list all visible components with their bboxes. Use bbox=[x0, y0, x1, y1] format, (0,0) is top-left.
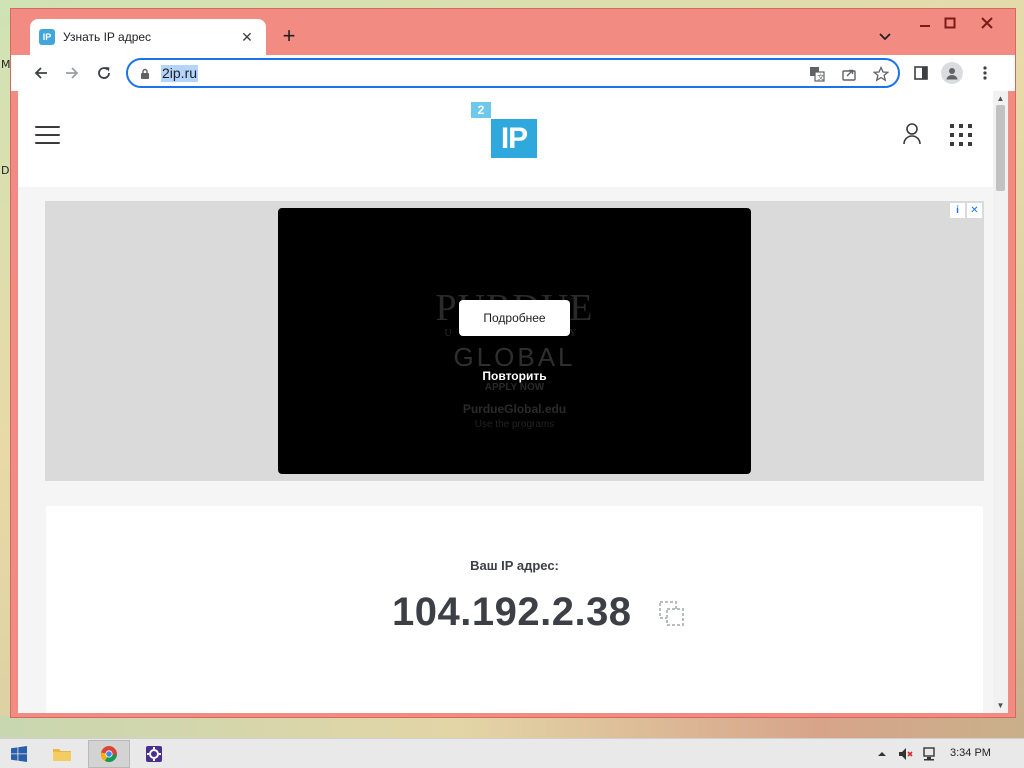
tab-search-chevron-icon[interactable] bbox=[875, 29, 895, 45]
chrome-taskbar-icon[interactable] bbox=[88, 740, 130, 768]
app-taskbar-icon[interactable] bbox=[138, 740, 170, 768]
bookmark-star-icon[interactable] bbox=[872, 65, 890, 83]
ad-website-text: PurdueGlobal.edu bbox=[462, 402, 567, 416]
browser-window: IP Узнать IP адрес ✕ + 2ip.ru 文 2 IP i ✕… bbox=[10, 8, 1016, 718]
svg-text:文: 文 bbox=[817, 73, 824, 82]
reload-button[interactable] bbox=[92, 61, 116, 85]
ad-replay-button[interactable]: Повторить bbox=[278, 369, 751, 383]
logo-badge: 2 bbox=[471, 102, 491, 118]
scroll-down-icon[interactable]: ▼ bbox=[996, 701, 1005, 710]
tray-overflow-icon[interactable] bbox=[874, 746, 890, 762]
browser-toolbar: 2ip.ru 文 bbox=[11, 55, 1015, 91]
network-icon[interactable] bbox=[921, 746, 937, 762]
scrollbar-thumb[interactable] bbox=[996, 105, 1005, 191]
ad-more-button[interactable]: Подробнее bbox=[459, 300, 570, 336]
new-tab-button[interactable]: + bbox=[277, 25, 301, 49]
desktop-icon-label: D bbox=[1, 164, 10, 177]
system-clock[interactable]: 3:34 PM bbox=[950, 747, 991, 759]
share-icon[interactable] bbox=[840, 65, 858, 83]
ad-banner: i ✕ PURDUE UNIVERSITY GLOBAL APPLY NOW P… bbox=[45, 201, 984, 481]
close-window-button[interactable] bbox=[973, 11, 1001, 35]
ip-card: Ваш IP адрес: 104.192.2.38 bbox=[46, 506, 983, 713]
site-header: 2 IP bbox=[18, 91, 993, 187]
browser-tab[interactable]: IP Узнать IP адрес ✕ bbox=[30, 19, 266, 55]
minimize-button[interactable] bbox=[911, 11, 939, 35]
ad-video[interactable]: PURDUE UNIVERSITY GLOBAL APPLY NOW Purdu… bbox=[278, 208, 751, 474]
user-account-icon[interactable] bbox=[902, 122, 922, 151]
ad-tagline-text: Use the programs bbox=[474, 419, 555, 430]
tab-title: Узнать IP адрес bbox=[63, 30, 152, 44]
title-bar: IP Узнать IP адрес ✕ + bbox=[11, 9, 1015, 55]
scroll-up-icon[interactable]: ▲ bbox=[996, 94, 1005, 103]
logo-text: IP bbox=[491, 119, 537, 158]
forward-button[interactable] bbox=[60, 61, 84, 85]
tab-close-icon[interactable]: ✕ bbox=[238, 28, 256, 46]
ad-close-icon[interactable]: ✕ bbox=[967, 203, 982, 218]
side-panel-icon[interactable] bbox=[909, 61, 933, 85]
start-button[interactable] bbox=[4, 740, 34, 768]
profile-avatar-icon[interactable] bbox=[940, 61, 964, 85]
ad-choices: i ✕ bbox=[950, 203, 982, 218]
apps-grid-icon[interactable] bbox=[950, 124, 972, 146]
address-bar[interactable]: 2ip.ru 文 bbox=[126, 58, 900, 88]
lock-icon[interactable] bbox=[140, 67, 150, 85]
translate-icon[interactable]: 文 bbox=[808, 65, 826, 83]
maximize-button[interactable] bbox=[936, 11, 964, 35]
favicon-icon: IP bbox=[39, 29, 55, 45]
ad-apply-text: APPLY NOW bbox=[484, 382, 545, 393]
ip-label: Ваш IP адрес: bbox=[470, 558, 559, 573]
ad-info-icon[interactable]: i bbox=[950, 203, 965, 218]
copy-icon[interactable] bbox=[658, 600, 686, 633]
volume-muted-icon[interactable] bbox=[897, 746, 913, 762]
desktop-background bbox=[0, 716, 1024, 738]
desktop-edge: M D bbox=[0, 0, 11, 738]
browser-menu-icon[interactable] bbox=[973, 61, 997, 85]
site-logo[interactable]: 2 IP bbox=[471, 100, 539, 162]
page-viewport: 2 IP i ✕ PURDUE UNIVERSITY GLOBAL APPLY … bbox=[18, 91, 1008, 713]
file-explorer-icon[interactable] bbox=[46, 740, 78, 768]
back-button[interactable] bbox=[29, 61, 53, 85]
ip-address[interactable]: 104.192.2.38 bbox=[392, 590, 632, 635]
url-text[interactable]: 2ip.ru bbox=[161, 65, 199, 82]
taskbar: 3:34 PM bbox=[0, 738, 1024, 768]
hamburger-menu-icon[interactable] bbox=[35, 126, 60, 146]
page-scrollbar[interactable]: ▲ ▼ bbox=[993, 91, 1008, 713]
